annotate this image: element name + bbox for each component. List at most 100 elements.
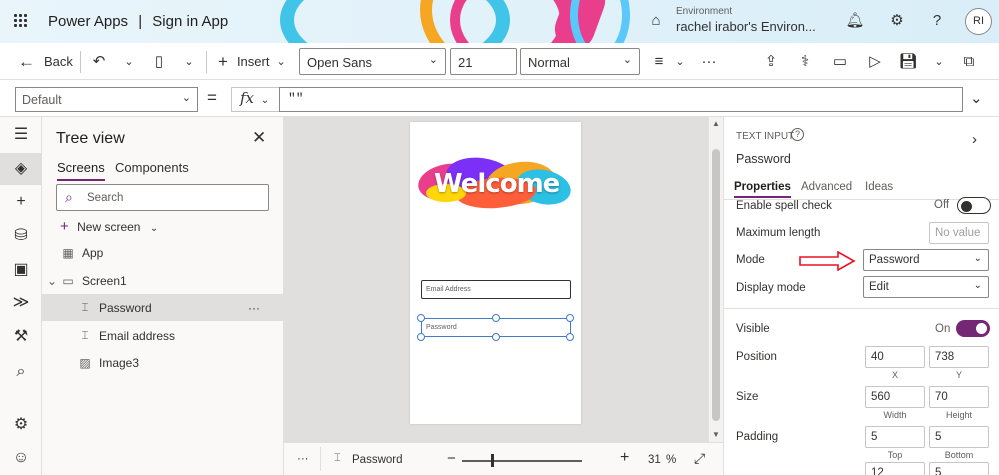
settings-gear-icon[interactable]: ⚙ — [0, 409, 42, 441]
function-button[interactable]: fx ⌄ — [231, 87, 279, 112]
maximum-length-input[interactable]: No value — [929, 222, 989, 244]
scroll-up-icon[interactable]: ▲ — [712, 119, 720, 128]
width-input[interactable]: 560 — [865, 386, 925, 408]
zoom-out-button[interactable]: − — [447, 450, 456, 467]
tree-search-input[interactable]: ⌕ Search — [56, 184, 269, 211]
position-y-input[interactable]: 738 — [929, 346, 989, 368]
padding-left-input[interactable]: 12 — [865, 462, 925, 475]
formula-input[interactable]: "" — [279, 87, 963, 112]
app-title[interactable]: Sign in App — [152, 13, 228, 30]
tab-screens[interactable]: Screens — [57, 160, 105, 181]
canvas-scrollbar[interactable]: ▲ ▼ — [709, 117, 723, 442]
save-icon[interactable]: 💾︎ — [897, 51, 919, 73]
tree-item-label: Screen1 — [82, 273, 127, 288]
tab-components[interactable]: Components — [115, 160, 189, 175]
status-bar: ··· ⌶ Password − + 31 % ⤢ — [284, 442, 723, 475]
tab-advanced[interactable]: Advanced — [801, 181, 852, 193]
height-input[interactable]: 70 — [929, 386, 989, 408]
publish-icon[interactable]: ⧉ — [958, 51, 980, 73]
text-align-icon[interactable]: ≡ — [648, 51, 670, 73]
visible-toggle[interactable] — [956, 320, 990, 337]
more-commands-button[interactable]: ··· — [698, 51, 720, 73]
insert-button[interactable]: + Insert ⌄ — [218, 43, 286, 80]
padding-right-input[interactable]: 5 — [929, 462, 989, 475]
help-icon[interactable]: ? — [927, 11, 947, 31]
mode-label: Mode — [736, 254, 765, 266]
data-cylinder-icon[interactable]: ⛁ — [0, 220, 42, 252]
zoom-slider-thumb[interactable] — [491, 454, 494, 467]
email-address-input[interactable]: Email Address — [421, 280, 571, 299]
insert-plus-icon[interactable]: + — [0, 186, 42, 218]
resize-handle[interactable] — [417, 333, 425, 341]
selected-control-label[interactable]: Password — [352, 454, 403, 466]
environment-picker[interactable]: rachel irabor's Environ... — [676, 19, 816, 34]
tab-properties[interactable]: Properties — [734, 181, 791, 198]
font-family-dropdown[interactable]: Open Sans ⌄ — [299, 48, 446, 75]
position-x-input[interactable]: 40 — [865, 346, 925, 368]
display-mode-dropdown[interactable]: Edit ⌄ — [863, 276, 989, 298]
comments-icon[interactable]: ▭ — [829, 51, 851, 73]
user-avatar[interactable]: RI — [965, 8, 992, 35]
tree-item-screen1[interactable]: ⌄ ▭ Screen1 — [42, 267, 284, 294]
font-weight-dropdown[interactable]: Normal ⌄ — [520, 48, 640, 75]
tree-item-label: Image3 — [99, 355, 140, 370]
virtual-agent-icon[interactable]: ☺ — [0, 442, 42, 474]
search-icon[interactable]: ⌕ — [0, 356, 42, 388]
undo-icon[interactable]: ↶ — [88, 51, 110, 73]
welcome-image[interactable]: Welcome — [415, 153, 576, 214]
hamburger-menu-icon[interactable]: ☰ — [0, 119, 42, 151]
mode-dropdown[interactable]: Password ⌄ — [863, 249, 989, 271]
app-icon: ▦ — [62, 245, 74, 260]
close-icon[interactable]: ✕ — [252, 128, 266, 148]
chevron-right-icon[interactable]: › — [972, 131, 977, 148]
padding-bottom-input[interactable]: 5 — [929, 426, 989, 448]
advanced-tools-icon[interactable]: ⚒ — [0, 321, 42, 353]
play-icon[interactable]: ▷ — [864, 51, 886, 73]
resize-handle[interactable] — [492, 333, 500, 341]
screen-preview[interactable]: Welcome Email Address Password — [410, 122, 581, 424]
padding-top-input[interactable]: 5 — [865, 426, 925, 448]
scroll-down-icon[interactable]: ▼ — [712, 430, 720, 439]
font-size-input[interactable]: 21 — [450, 48, 517, 75]
tree-item-image3[interactable]: ▨ Image3 — [42, 349, 284, 376]
back-button[interactable]: ← Back — [18, 43, 73, 80]
scrollbar-thumb[interactable] — [712, 149, 720, 421]
control-name[interactable]: Password — [736, 152, 791, 166]
zoom-in-button[interactable]: + — [620, 449, 629, 467]
media-icon[interactable]: ▣ — [0, 254, 42, 286]
paste-chevron-down-icon[interactable]: ⌄ — [178, 51, 200, 73]
more-options-button[interactable]: ··· — [248, 301, 260, 315]
environment-icon[interactable]: ⌂ — [646, 11, 666, 31]
spell-check-toggle[interactable] — [957, 197, 991, 214]
tree-item-password[interactable]: ⌶ Password ··· — [42, 294, 284, 321]
share-icon[interactable]: ⇪ — [760, 51, 782, 73]
design-canvas[interactable]: Welcome Email Address Password — [284, 117, 709, 442]
tree-item-email-address[interactable]: ⌶ Email address — [42, 322, 284, 349]
app-checker-icon[interactable]: ⚕ — [794, 51, 816, 73]
fit-to-window-icon[interactable]: ⤢ — [694, 450, 705, 467]
property-dropdown[interactable]: Default ⌄ — [15, 87, 198, 112]
maximum-length-label: Maximum length — [736, 227, 821, 239]
expand-formula-chevron-down-icon[interactable]: ⌄ — [970, 89, 983, 107]
more-options-button[interactable]: ··· — [297, 453, 309, 465]
save-chevron-down-icon[interactable]: ⌄ — [928, 51, 950, 73]
undo-chevron-down-icon[interactable]: ⌄ — [118, 51, 140, 73]
chevron-down-icon: ⌄ — [181, 92, 191, 104]
tree-view-layers-icon[interactable]: ◈ — [0, 153, 42, 185]
align-chevron-down-icon[interactable]: ⌄ — [669, 51, 691, 73]
power-automate-icon[interactable]: ≫ — [0, 287, 42, 319]
tab-ideas[interactable]: Ideas — [865, 181, 893, 193]
app-launcher-icon[interactable] — [14, 14, 28, 28]
resize-handle[interactable] — [492, 314, 500, 322]
notifications-icon[interactable]: 🔔︎ — [845, 11, 865, 31]
resize-handle[interactable] — [566, 333, 574, 341]
resize-handle[interactable] — [566, 314, 574, 322]
new-screen-button[interactable]: + New screen ⌄ — [60, 218, 158, 235]
screen-icon: ▭ — [62, 273, 74, 288]
settings-icon[interactable]: ⚙ — [887, 11, 907, 31]
tree-item-app[interactable]: ▦ App — [42, 239, 284, 266]
zoom-slider-track[interactable] — [462, 460, 582, 462]
help-circle-icon[interactable]: ? — [791, 128, 804, 141]
paste-icon[interactable]: ▯ — [148, 51, 170, 73]
resize-handle[interactable] — [417, 314, 425, 322]
